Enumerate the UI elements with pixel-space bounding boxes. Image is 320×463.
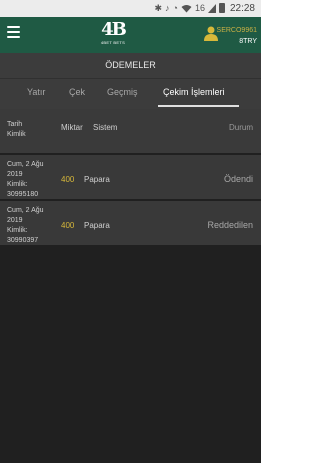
- page-title: ÖDEMELER: [0, 53, 261, 78]
- menu-line: [7, 26, 20, 28]
- battery-icon: [218, 3, 225, 13]
- mute-icon: ♪: [165, 3, 170, 13]
- header-status: Durum: [228, 123, 253, 132]
- payments-screen: ÖDEMELER Yatır Çek Geçmiş Çekim İşlemler…: [0, 53, 261, 463]
- menu-line: [7, 31, 20, 33]
- row-id-label: Kimlik:: [7, 181, 28, 188]
- logo-mark: 4B: [101, 19, 127, 40]
- row-date-line1: Cum, 2 Ağu: [7, 161, 44, 168]
- logo[interactable]: 4B 4BET BETS: [95, 20, 131, 50]
- table-row[interactable]: Cum, 2 Ağu 2019 Kimlik: 30995180 400 Pap…: [0, 155, 261, 199]
- tab-deposit[interactable]: Yatır: [27, 87, 45, 97]
- header-system: Sistem: [93, 123, 118, 132]
- balance: 8TRY: [239, 38, 257, 45]
- app-header: 4B 4BET BETS SERCO9961 8TRY: [0, 17, 261, 53]
- row-date-id: Cum, 2 Ağu 2019 Kimlik: 30990397: [7, 206, 57, 245]
- row-date-line1: Cum, 2 Ağu: [7, 207, 44, 214]
- row-date-line2: 2019: [7, 171, 23, 178]
- menu-line: [7, 36, 20, 38]
- table-row[interactable]: Cum, 2 Ağu 2019 Kimlik: 30990397 400 Pap…: [0, 201, 261, 245]
- row-date-line2: 2019: [7, 217, 23, 224]
- row-status: Reddedilen: [207, 220, 253, 230]
- network-indicator: 16: [194, 3, 205, 13]
- header-amount: Miktar: [61, 123, 83, 132]
- signal-icon: [207, 3, 216, 13]
- table-header: Tarih Kimlik Miktar Sistem Durum: [0, 109, 261, 153]
- tab-history[interactable]: Geçmiş: [107, 87, 138, 97]
- bluetooth-icon: ✱: [154, 3, 163, 13]
- row-status: Ödendi: [223, 174, 253, 184]
- status-bar: ✱ ♪ ◔ 16 22:28: [0, 0, 261, 17]
- tab-bar: Yatır Çek Geçmiş Çekim İşlemleri: [0, 78, 261, 109]
- menu-icon[interactable]: [7, 26, 20, 38]
- logo-subtitle: 4BET BETS: [100, 40, 126, 45]
- row-system: Papara: [84, 221, 110, 230]
- username[interactable]: SERCO9961: [217, 27, 257, 34]
- row-system: Papara: [84, 175, 110, 184]
- header-date: Tarih: [7, 121, 23, 128]
- header-id: Kimlik: [7, 131, 26, 138]
- row-date-id: Cum, 2 Ağu 2019 Kimlik: 30995180: [7, 160, 57, 199]
- status-right: ✱ ♪ ◔ 16 22:28: [154, 2, 255, 14]
- tab-withdraw[interactable]: Çek: [69, 87, 85, 97]
- row-amount: 400: [61, 175, 75, 184]
- row-amount: 400: [61, 221, 75, 230]
- wifi-icon: [181, 4, 192, 12]
- clock: 22:28: [229, 2, 255, 14]
- row-id-value: 30995180: [7, 191, 39, 198]
- active-tab-indicator: [158, 105, 239, 107]
- row-id-label: Kimlik:: [7, 227, 28, 234]
- tab-withdrawal-transactions[interactable]: Çekim İşlemleri: [163, 87, 225, 97]
- row-id-value: 30990397: [7, 237, 39, 244]
- alarm-icon: ◔: [172, 3, 178, 13]
